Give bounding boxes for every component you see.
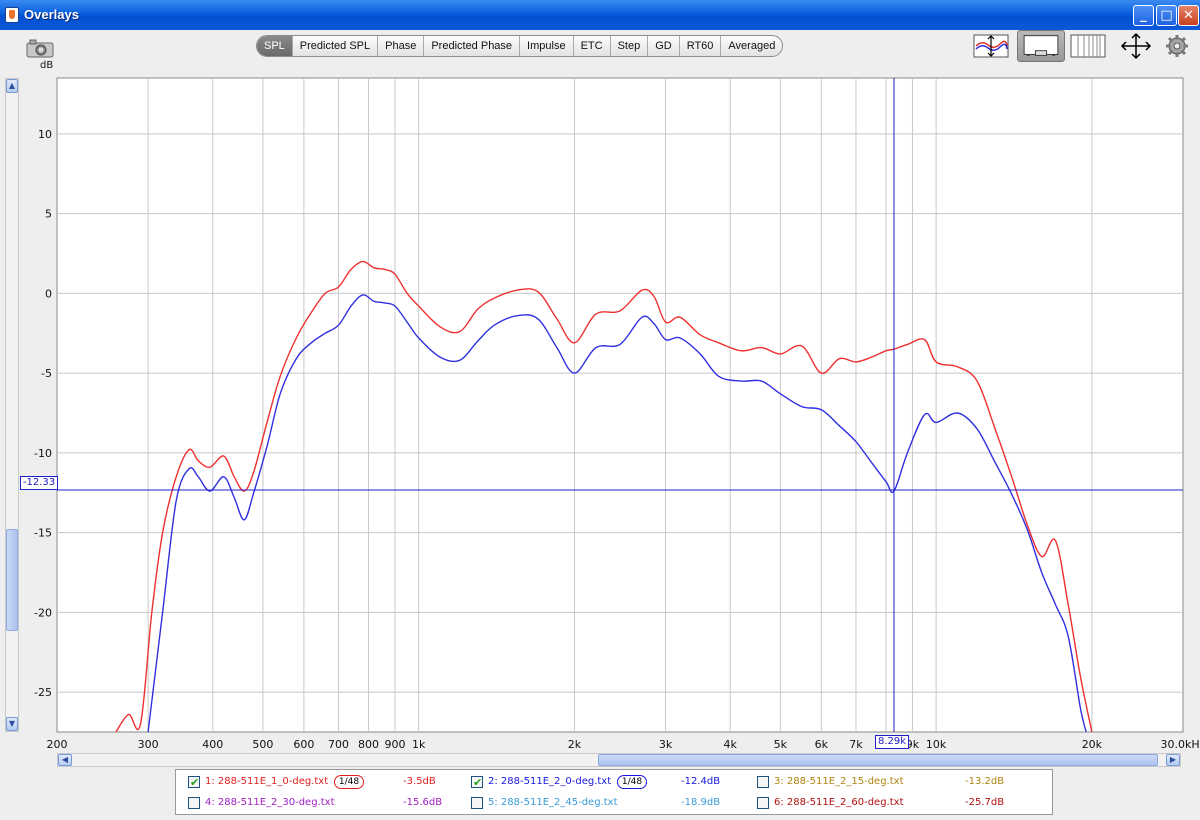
- x-tick-label: 5k: [774, 738, 788, 751]
- legend-name: 5: 288-511E_2_45-deg.txt: [488, 797, 618, 808]
- y-tick-label: -5: [41, 367, 52, 380]
- legend-item: 6: 288-511E_2_60-deg.txt -25.7dB: [757, 793, 1047, 813]
- gear-icon[interactable]: [1164, 32, 1190, 60]
- legend-name: 3: 288-511E_2_15-deg.txt: [774, 776, 904, 787]
- horizontal-scroll-thumb[interactable]: [598, 754, 1158, 766]
- window-title: Overlays: [24, 7, 79, 22]
- legend-value: -18.9dB: [681, 797, 721, 808]
- measurement-legend: 1: 288-511E_1_0-deg.txt 1/48 -3.5dB 2: 2…: [175, 769, 1053, 815]
- tab-impulse[interactable]: Impulse: [520, 36, 574, 56]
- legend-checkbox[interactable]: [188, 797, 200, 809]
- x-tick-label: 7k: [849, 738, 863, 751]
- legend-item: 2: 288-511E_2_0-deg.txt 1/48 -12.4dB: [471, 772, 741, 793]
- legend-value: -13.2dB: [965, 776, 1005, 787]
- y-tick-label: 5: [45, 208, 52, 221]
- x-tick-label: 10k: [926, 738, 947, 751]
- close-button[interactable]: ✕: [1178, 5, 1199, 26]
- cursor-y-readout: -12.33: [20, 476, 58, 490]
- tab-rt60[interactable]: RT60: [680, 36, 722, 56]
- legend-item: 5: 288-511E_2_45-deg.txt -18.9dB: [471, 793, 741, 813]
- x-tick-label: 600: [293, 738, 314, 751]
- tab-averaged[interactable]: Averaged: [721, 36, 782, 56]
- title-bar: Overlays _ □ ✕: [0, 0, 1200, 30]
- legend-checkbox[interactable]: [757, 776, 769, 788]
- legend-checkbox[interactable]: [188, 773, 200, 793]
- tab-phase[interactable]: Phase: [378, 36, 425, 56]
- x-tick-label: 400: [202, 738, 223, 751]
- legend-value: -15.6dB: [403, 797, 443, 808]
- camera-icon[interactable]: [26, 38, 54, 58]
- cursor-x-readout: 8.29k: [875, 735, 909, 749]
- scroll-right-icon[interactable]: ▶: [1166, 754, 1180, 766]
- smoothing-badge[interactable]: 1/48: [334, 775, 364, 789]
- legend-value: -25.7dB: [965, 797, 1005, 808]
- minimize-button[interactable]: _: [1133, 5, 1154, 26]
- vertical-zoom-icon[interactable]: [973, 32, 1009, 60]
- tab-predicted-phase[interactable]: Predicted Phase: [424, 36, 521, 56]
- x-tick-label: 3k: [659, 738, 673, 751]
- legend-name: 1: 288-511E_1_0-deg.txt: [205, 776, 329, 787]
- horizontal-scrollbar[interactable]: ◀ ▶: [57, 753, 1181, 767]
- x-tick-label: 900: [384, 738, 405, 751]
- tab-gd[interactable]: GD: [648, 36, 680, 56]
- x-tick-label: 300: [138, 738, 159, 751]
- x-tick-label: 2k: [568, 738, 582, 751]
- tab-step[interactable]: Step: [611, 36, 649, 56]
- legend-name: 4: 288-511E_2_30-deg.txt: [205, 797, 335, 808]
- y-tick-label: -20: [34, 606, 52, 619]
- legend-item: 1: 288-511E_1_0-deg.txt 1/48 -3.5dB: [188, 772, 458, 793]
- y-tick-label: 0: [45, 287, 52, 300]
- legend-checkbox[interactable]: [471, 797, 483, 809]
- x-tick-label: 200: [47, 738, 68, 751]
- y-tick-label: 10: [38, 128, 52, 141]
- x-tick-label: 20k: [1082, 738, 1103, 751]
- y-tick-label: -15: [34, 527, 52, 540]
- x-tick-label: 800: [358, 738, 379, 751]
- legend-item: 4: 288-511E_2_30-deg.txt -15.6dB: [188, 793, 458, 813]
- java-app-icon: [5, 7, 19, 23]
- y-tick-label: -25: [34, 686, 52, 699]
- display-mode-icon[interactable]: [1017, 30, 1065, 62]
- grid-lines-icon[interactable]: [1070, 32, 1106, 60]
- legend-checkbox[interactable]: [471, 773, 483, 793]
- maximize-button[interactable]: □: [1156, 5, 1177, 26]
- x-tick-label: 700: [328, 738, 349, 751]
- legend-item: 3: 288-511E_2_15-deg.txt -13.2dB: [757, 772, 1047, 792]
- y-tick-label: -10: [34, 447, 52, 460]
- pan-icon[interactable]: [1118, 32, 1154, 60]
- legend-value: -12.4dB: [681, 776, 721, 787]
- tab-etc[interactable]: ETC: [574, 36, 611, 56]
- tab-predicted-spl[interactable]: Predicted SPL: [293, 36, 379, 56]
- legend-value: -3.5dB: [403, 776, 436, 787]
- plot-area: [56, 77, 1184, 733]
- x-tick-label: 1k: [412, 738, 426, 751]
- legend-checkbox[interactable]: [757, 797, 769, 809]
- legend-name: 6: 288-511E_2_60-deg.txt: [774, 797, 904, 808]
- tab-spl[interactable]: SPL: [257, 36, 293, 56]
- graph-type-tabs: SPL Predicted SPL Phase Predicted Phase …: [256, 35, 784, 57]
- smoothing-badge[interactable]: 1/48: [617, 775, 647, 789]
- x-tick-label: 500: [252, 738, 273, 751]
- x-tick-label: 4k: [724, 738, 738, 751]
- scroll-left-icon[interactable]: ◀: [58, 754, 72, 766]
- spl-plot[interactable]: 200 300 400 500 600 700 800 900 1k 2k 3k 4k 5k 6k 7k 9k…: [0, 72, 1200, 752]
- x-tick-label: 30.0kHz: [1161, 738, 1200, 751]
- x-tick-label: 6k: [815, 738, 829, 751]
- legend-name: 2: 288-511E_2_0-deg.txt: [488, 776, 612, 787]
- y-axis-unit: dB: [40, 60, 54, 71]
